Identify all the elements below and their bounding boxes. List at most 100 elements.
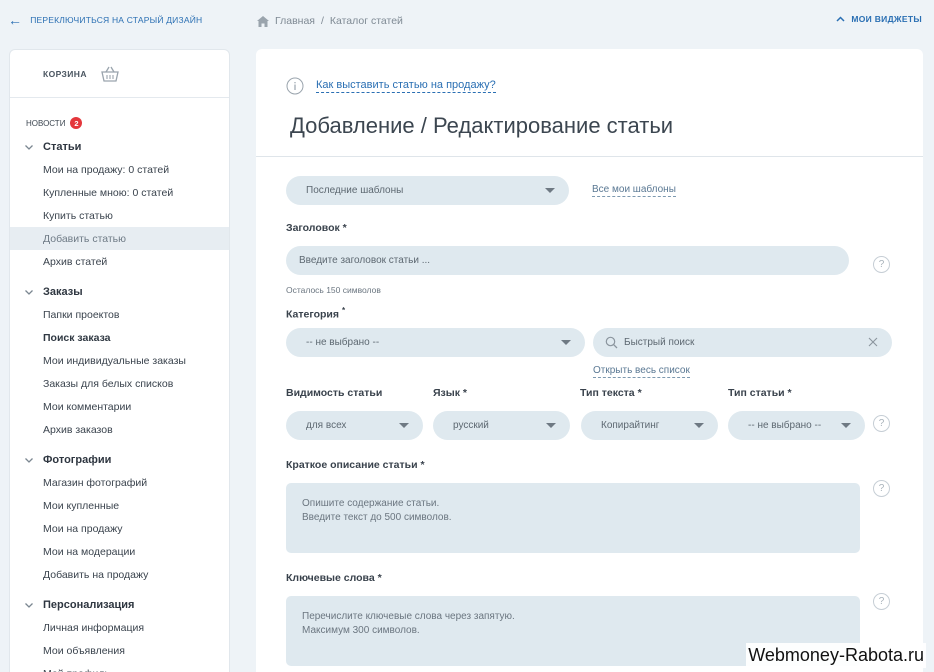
site-watermark: Webmoney-Rabota.ru xyxy=(746,643,926,668)
text-type-select-value: Копирайтинг xyxy=(601,420,660,431)
breadcrumb-home[interactable]: Главная xyxy=(275,15,315,27)
divider xyxy=(256,156,923,157)
sidebar-item-buy-article[interactable]: Купить статью xyxy=(10,204,229,227)
news-count-badge: 2 xyxy=(70,117,83,129)
section-title: Персонализация xyxy=(43,598,135,611)
summary-textarea[interactable]: Опишите содержание статьи. Введите текст… xyxy=(286,483,860,553)
visibility-label: Видимость статьи xyxy=(286,387,383,399)
headline-placeholder: Введите заголовок статьи ... xyxy=(299,255,431,266)
chevron-down-icon xyxy=(25,144,33,150)
sidebar-item-bought-by-me[interactable]: Купленные мною: 0 статей xyxy=(10,181,229,204)
summary-placeholder-line-1: Опишите содержание статьи. xyxy=(302,498,440,509)
section-toggle-orders[interactable]: Заказы xyxy=(10,280,229,303)
summary-placeholder-line-2: Введите текст до 500 символов. xyxy=(302,512,452,523)
language-select[interactable]: русский xyxy=(433,411,570,440)
my-widgets-label: МОИ ВИДЖЕТЫ xyxy=(851,14,922,24)
visibility-select-value: для всех xyxy=(306,420,347,431)
headline-input[interactable]: Введите заголовок статьи ... xyxy=(286,246,849,275)
templates-select-value: Последние шаблоны xyxy=(306,185,404,196)
text-type-select[interactable]: Копирайтинг xyxy=(581,411,718,440)
summary-label: Краткое описание статьи * xyxy=(286,459,425,471)
sidebar-item-photos-for-sale[interactable]: Мои на продажу xyxy=(10,517,229,540)
breadcrumb-separator: / xyxy=(320,15,324,27)
sidebar-item-add-for-sale[interactable]: Добавить на продажу xyxy=(10,563,229,586)
remaining-chars-hint: Осталось 150 символов xyxy=(286,285,381,295)
quick-search-placeholder: Быстрый поиск xyxy=(624,337,695,348)
sidebar-item-personal-info[interactable]: Личная информация xyxy=(10,616,229,639)
category-select[interactable]: -- не выбрано -- xyxy=(286,328,585,357)
breadcrumb-catalog[interactable]: Каталог статей xyxy=(330,15,403,27)
sidebar-item-my-for-sale[interactable]: Мои на продажу: 0 статей xyxy=(10,158,229,181)
keywords-label: Ключевые слова * xyxy=(286,572,382,584)
sidebar-item-article-archive[interactable]: Архив статей xyxy=(10,250,229,273)
sidebar-item-on-moderation[interactable]: Мои на модерации xyxy=(10,540,229,563)
help-question-icon[interactable]: ? xyxy=(873,256,890,273)
keywords-placeholder-line-2: Максимум 300 символов. xyxy=(302,625,420,636)
switch-old-design-label: ПЕРЕКЛЮЧИТЬСЯ НА СТАРЫЙ ДИЗАЙН xyxy=(30,15,203,25)
basket-icon xyxy=(101,66,119,82)
visibility-select[interactable]: для всех xyxy=(286,411,423,440)
language-label: Язык * xyxy=(433,387,467,399)
news-link[interactable]: НОВОСТИ 2 xyxy=(26,117,83,129)
all-templates-link[interactable]: Все мои шаблоны xyxy=(592,184,676,197)
help-question-icon[interactable]: ? xyxy=(873,480,890,497)
headline-label: Заголовок * xyxy=(286,222,347,234)
sidebar-item-whitelist-orders[interactable]: Заказы для белых списков xyxy=(10,372,229,395)
search-icon xyxy=(605,336,618,349)
keywords-placeholder-line-1: Перечислите ключевые слова через запятую… xyxy=(302,611,515,622)
caret-down-icon xyxy=(841,423,851,428)
section-toggle-personalization[interactable]: Персонализация xyxy=(10,593,229,616)
sidebar-item-order-archive[interactable]: Архив заказов xyxy=(10,418,229,441)
section-title: Заказы xyxy=(43,285,83,298)
category-select-value: -- не выбрано -- xyxy=(306,337,380,348)
article-type-select[interactable]: -- не выбрано -- xyxy=(728,411,865,440)
section-toggle-articles[interactable]: Статьи xyxy=(10,135,229,158)
menu-section-personalization: Персонализация Личная информация Мои объ… xyxy=(10,593,229,672)
chevron-up-icon xyxy=(836,16,845,22)
menu-section-orders: Заказы Папки проектов Поиск заказа Мои и… xyxy=(10,280,229,441)
chevron-down-icon xyxy=(25,457,33,463)
sidebar: КОРЗИНА НОВОСТИ 2 Статьи Мои на продажу:… xyxy=(9,49,230,672)
caret-down-icon xyxy=(545,188,555,193)
page-title: Добавление / Редактирование статьи xyxy=(290,113,674,138)
article-type-select-value: -- не выбрано -- xyxy=(748,420,822,431)
section-title: Статьи xyxy=(43,140,82,153)
cart-label: КОРЗИНА xyxy=(43,68,87,79)
close-icon[interactable] xyxy=(868,337,878,347)
required-mark: * xyxy=(341,306,346,315)
section-toggle-photos[interactable]: Фотографии xyxy=(10,448,229,471)
cart-link[interactable]: КОРЗИНА xyxy=(10,50,229,98)
caret-down-icon xyxy=(546,423,556,428)
news-label: НОВОСТИ xyxy=(26,118,66,128)
sidebar-item-my-purchased[interactable]: Мои купленные xyxy=(10,494,229,517)
sidebar-item-project-folders[interactable]: Папки проектов xyxy=(10,303,229,326)
sidebar-item-my-comments[interactable]: Мои комментарии xyxy=(10,395,229,418)
article-type-label: Тип статьи * xyxy=(728,387,792,399)
switch-old-design-link[interactable]: ← ПЕРЕКЛЮЧИТЬСЯ НА СТАРЫЙ ДИЗАЙН xyxy=(8,12,203,28)
sidebar-item-my-profile[interactable]: Мой профиль xyxy=(10,662,229,672)
caret-down-icon xyxy=(561,340,571,345)
breadcrumb: Главная / Каталог статей xyxy=(257,15,403,27)
caret-down-icon xyxy=(399,423,409,428)
arrow-left-icon: ← xyxy=(8,12,23,28)
open-full-list-link[interactable]: Открыть весь список xyxy=(593,365,690,378)
sidebar-item-my-ads[interactable]: Мои объявления xyxy=(10,639,229,662)
my-widgets-toggle[interactable]: МОИ ВИДЖЕТЫ xyxy=(836,14,922,24)
sidebar-item-order-search[interactable]: Поиск заказа xyxy=(10,326,229,349)
menu-section-articles: Статьи Мои на продажу: 0 статей Купленны… xyxy=(10,135,229,273)
help-question-icon[interactable]: ? xyxy=(873,415,890,432)
chevron-down-icon xyxy=(25,289,33,295)
templates-select[interactable]: Последние шаблоны xyxy=(286,176,569,205)
quick-search-input[interactable]: Быстрый поиск xyxy=(593,328,892,357)
language-select-value: русский xyxy=(453,420,489,431)
help-question-icon[interactable]: ? xyxy=(873,593,890,610)
sidebar-item-photo-store[interactable]: Магазин фотографий xyxy=(10,471,229,494)
category-label-text: Категория xyxy=(286,308,340,321)
text-type-label: Тип текста * xyxy=(580,387,642,399)
sidebar-item-add-article[interactable]: Добавить статью xyxy=(10,227,229,250)
sidebar-item-individual-orders[interactable]: Мои индивидуальные заказы xyxy=(10,349,229,372)
article-form-card: Как выставить статью на продажу? Добавле… xyxy=(256,49,923,672)
chevron-down-icon xyxy=(25,602,33,608)
info-icon xyxy=(286,77,304,95)
help-sell-article-link[interactable]: Как выставить статью на продажу? xyxy=(286,77,496,95)
